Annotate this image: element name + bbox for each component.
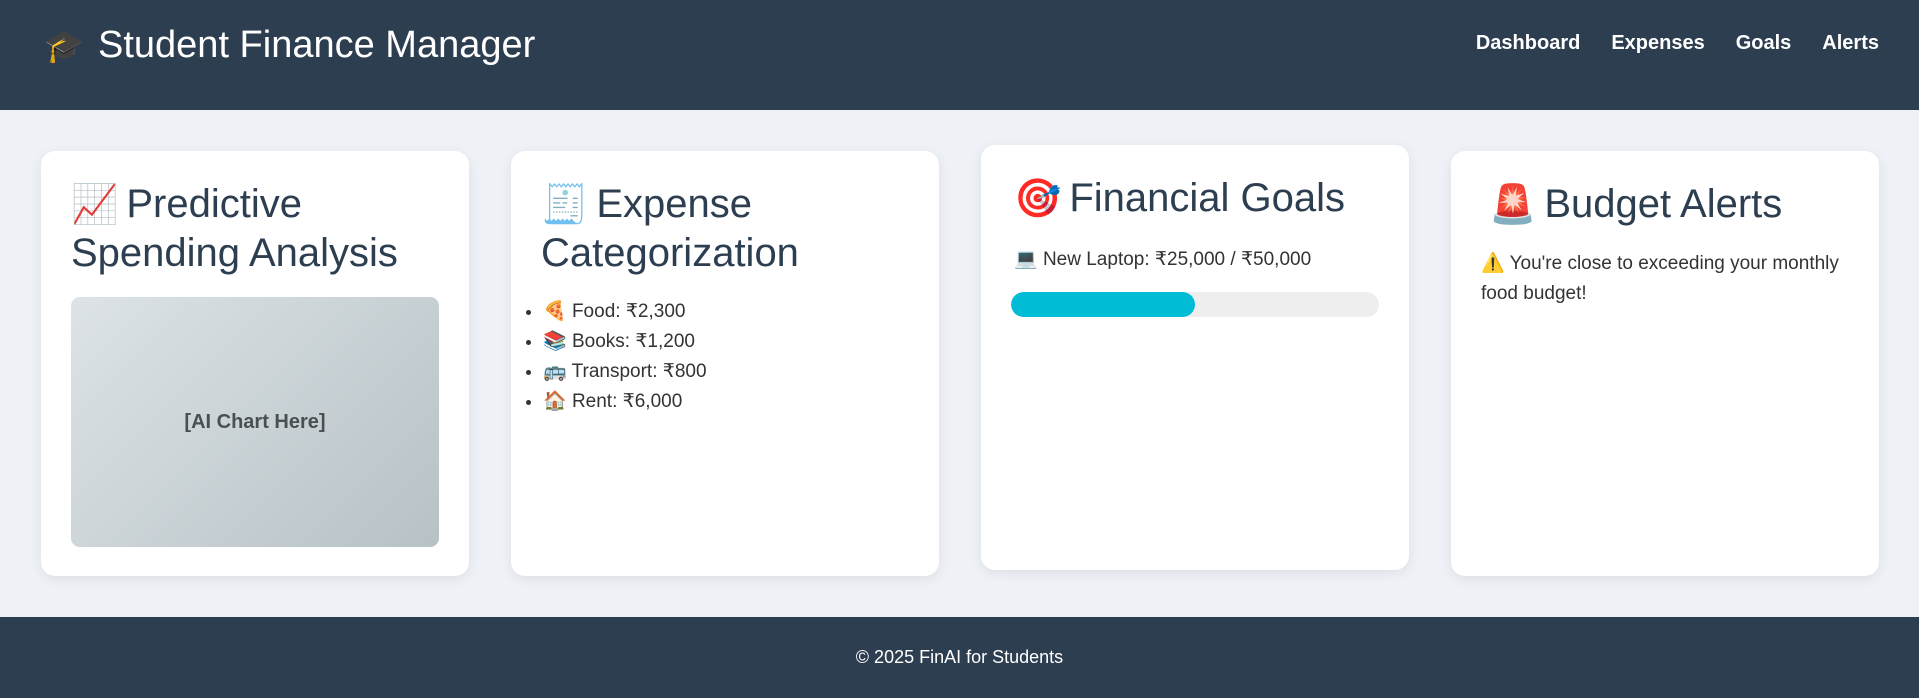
nav-goals[interactable]: Goals xyxy=(1736,32,1792,55)
nav-alerts[interactable]: Alerts xyxy=(1822,32,1879,55)
bus-icon: 🚌 xyxy=(543,361,567,382)
expense-categorization-card: 🧾Expense Categorization 🍕 Food: ₹2,300 📚… xyxy=(511,151,939,576)
siren-icon: 🚨 xyxy=(1489,184,1537,226)
ai-chart-placeholder: [AI Chart Here] xyxy=(71,297,439,547)
copyright-text: © 2025 FinAI for Students xyxy=(855,647,1064,667)
main-nav: Dashboard Expenses Goals Alerts xyxy=(1445,32,1879,55)
card-title: 🧾 Expense Categorization xyxy=(541,180,921,277)
house-icon: 🏠 xyxy=(543,391,567,412)
chart-placeholder-label: [AI Chart Here] xyxy=(184,410,326,433)
goal-progress-bar xyxy=(1011,292,1379,317)
card-title-text: Predictive Spending Analysis xyxy=(71,182,398,275)
target-icon: 🎯 xyxy=(1014,178,1062,220)
card-title-text: Financial Goals xyxy=(1069,176,1346,220)
expense-food: Food: ₹2,300 xyxy=(571,301,686,322)
list-item: 🍕 Food: ₹2,300 xyxy=(543,297,707,327)
card-title: 🎯 Financial Goals xyxy=(1014,174,1345,223)
card-title: 🚨 Budget Alerts xyxy=(1489,180,1782,229)
books-icon: 📚 xyxy=(543,331,567,352)
budget-alert-message: ⚠️ You're close to exceeding your monthl… xyxy=(1481,253,1839,304)
pizza-icon: 🍕 xyxy=(543,301,567,322)
nav-dashboard[interactable]: Dashboard xyxy=(1476,32,1580,55)
laptop-icon: 💻 xyxy=(1014,249,1038,270)
expense-list: 🍕 Food: ₹2,300 📚 Books: ₹1,200 🚌 Transpo… xyxy=(543,297,707,417)
budget-alerts-card: 🚨 Budget Alerts ⚠️ You're close to exceed… xyxy=(1451,151,1879,576)
receipt-icon: 🧾 xyxy=(541,184,589,226)
goal-label: 💻 New Laptop: ₹25,000 / ₹50,000 xyxy=(1014,247,1311,271)
expense-books: Books: ₹1,200 xyxy=(571,331,695,352)
goal-progress-fill xyxy=(1011,292,1195,317)
goal-text: New Laptop: ₹25,000 / ₹50,000 xyxy=(1042,249,1312,270)
app-header: 🎓 Student Finance Manager Dashboard Expe… xyxy=(0,0,1919,110)
expense-rent: Rent: ₹6,000 xyxy=(571,391,683,412)
app-title: Student Finance Manager xyxy=(98,24,536,66)
nav-expenses[interactable]: Expenses xyxy=(1611,32,1704,55)
chart-increasing-icon: 📈 xyxy=(71,184,119,226)
brand: 🎓 Student Finance Manager xyxy=(44,24,535,67)
card-title-text: Budget Alerts xyxy=(1544,182,1783,226)
graduation-cap-icon: 🎓 xyxy=(44,27,84,64)
financial-goals-card: 🎯 Financial Goals 💻 New Laptop: ₹25,000 /… xyxy=(981,145,1409,570)
card-title: 📈 Predictive Spending Analysis xyxy=(71,180,441,277)
list-item: 🏠 Rent: ₹6,000 xyxy=(543,387,707,417)
expense-transport: Transport: ₹800 xyxy=(571,361,707,382)
app-footer: © 2025 FinAI for Students xyxy=(0,617,1919,698)
list-item: 🚌 Transport: ₹800 xyxy=(543,357,707,387)
predictive-analysis-card: 📈 Predictive Spending Analysis [AI Chart … xyxy=(41,151,469,576)
list-item: 📚 Books: ₹1,200 xyxy=(543,327,707,357)
